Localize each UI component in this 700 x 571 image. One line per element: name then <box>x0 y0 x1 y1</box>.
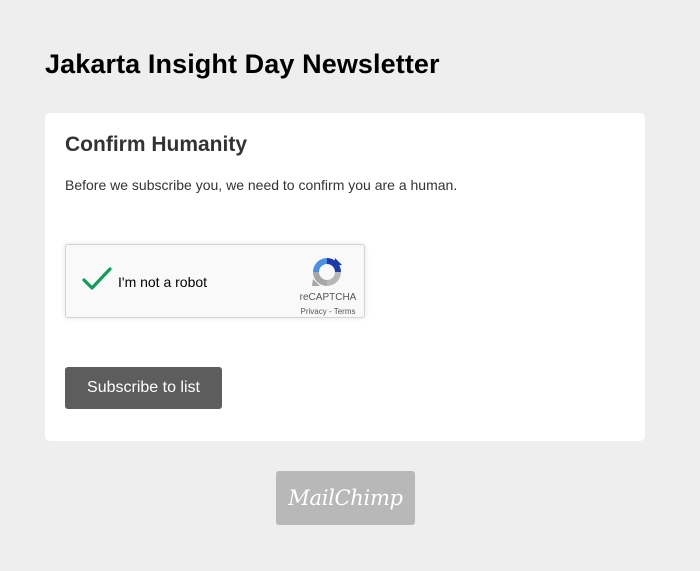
page-title: Jakarta Insight Day Newsletter <box>45 49 440 79</box>
recaptcha-logo-icon <box>312 258 342 286</box>
card-description: Before we subscribe you, we need to conf… <box>65 177 458 193</box>
links-separator: - <box>326 307 334 316</box>
subscribe-button[interactable]: Subscribe to list <box>65 367 222 409</box>
privacy-link[interactable]: Privacy <box>301 307 327 316</box>
mailchimp-logo: MailChimp <box>288 486 403 510</box>
recaptcha-links: Privacy - Terms <box>288 307 368 316</box>
confirm-card: Confirm Humanity Before we subscribe you… <box>45 113 645 441</box>
recaptcha-label: I'm not a robot <box>118 274 208 290</box>
checkmark-icon[interactable] <box>81 265 113 293</box>
recaptcha-brand: reCAPTCHA <box>299 292 357 303</box>
mailchimp-badge[interactable]: MailChimp <box>276 471 415 525</box>
terms-link[interactable]: Terms <box>334 307 356 316</box>
recaptcha-widget: I'm not a robot reCAPTCHA Privacy - Term… <box>65 244 365 318</box>
card-heading: Confirm Humanity <box>65 133 248 156</box>
